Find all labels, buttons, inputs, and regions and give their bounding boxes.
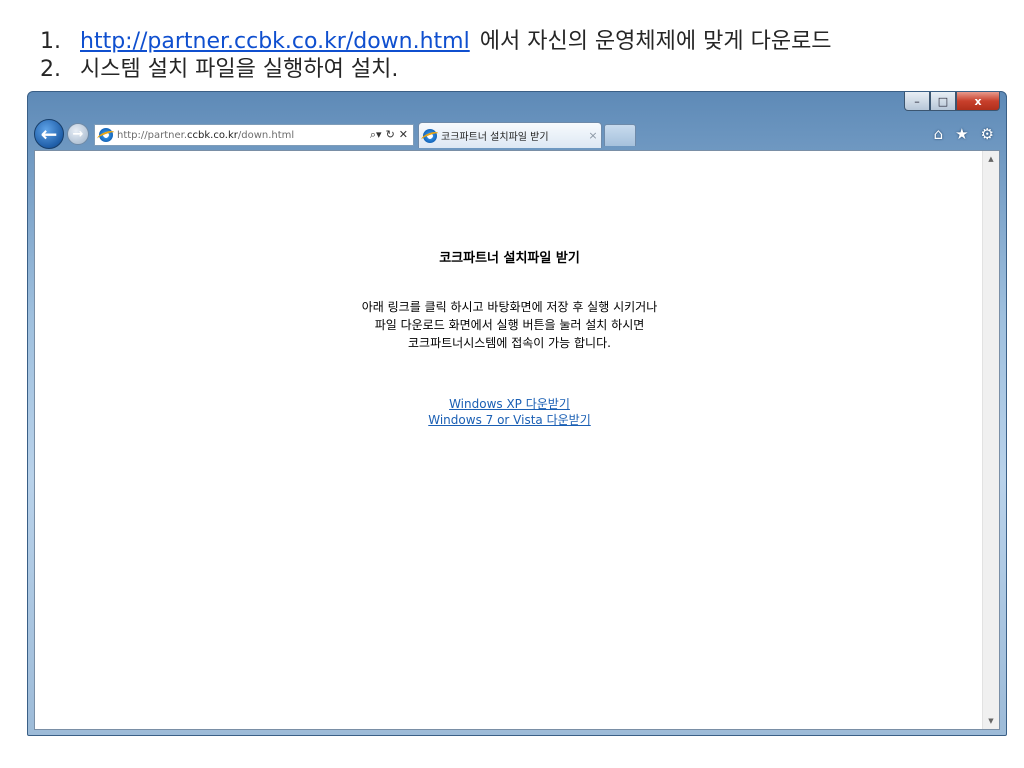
search-icon[interactable]: ⌕▾ (370, 128, 382, 142)
step-text: 시스템 설치 파일을 실행하여 설치. (80, 57, 399, 82)
description-line: 파일 다운로드 화면에서 실행 버튼을 눌러 설치 하시면 (374, 318, 645, 332)
windows-xp-download-link[interactable]: Windows XP 다운받기 (35, 396, 984, 412)
windows-7-vista-download-link[interactable]: Windows 7 or Vista 다운받기 (35, 412, 984, 428)
ie-logo-icon (423, 128, 437, 143)
browser-chrome: – □ x ← → http://partner.ccbk.co.kr/down… (28, 92, 1006, 150)
step-number: 1. (40, 29, 61, 54)
scroll-up-arrow-icon[interactable]: ▲ (983, 151, 999, 167)
command-icons: ⌂ ★ ⚙ (934, 125, 994, 143)
new-tab-button[interactable] (604, 124, 636, 146)
page-viewport: 코크파트너 설치파일 받기 아래 링크를 클릭 하시고 바탕화면에 저장 후 실… (34, 150, 1000, 730)
vertical-scrollbar[interactable]: ▲ ▼ (982, 151, 999, 729)
step-number: 2. (40, 57, 61, 82)
address-bar[interactable]: http://partner.ccbk.co.kr/down.html ⌕▾ ↻… (94, 124, 414, 146)
url-prefix: http://partner. (117, 129, 188, 141)
forward-arrow-icon: → (72, 126, 84, 142)
favorites-star-icon[interactable]: ★ (955, 125, 968, 143)
address-tools: ⌕▾ ↻ ✕ (365, 128, 413, 142)
download-links: Windows XP 다운받기 Windows 7 or Vista 다운받기 (35, 396, 984, 428)
url-path: /down.html (237, 129, 295, 141)
back-button[interactable]: ← (34, 119, 64, 149)
close-window-button[interactable]: x (956, 92, 1000, 111)
browser-window: – □ x ← → http://partner.ccbk.co.kr/down… (27, 91, 1007, 736)
window-controls: – □ x (904, 92, 1000, 111)
description-line: 코크파트너시스템에 접속이 가능 합니다. (408, 336, 611, 350)
address-url[interactable]: http://partner.ccbk.co.kr/down.html (117, 130, 365, 141)
tab-title: 코크파트너 설치파일 받기 (441, 132, 549, 143)
download-page-link[interactable]: http://partner.ccbk.co.kr/down.html (80, 28, 470, 56)
instruction-step-1: 1. http://partner.ccbk.co.kr/down.html 에… (40, 28, 832, 56)
description-line: 아래 링크를 클릭 하시고 바탕화면에 저장 후 실행 시키거나 (361, 300, 658, 314)
forward-button[interactable]: → (67, 123, 89, 145)
home-icon[interactable]: ⌂ (934, 125, 944, 143)
instruction-step-2: 2. 시스템 설치 파일을 실행하여 설치. (40, 56, 832, 84)
step-text: 에서 자신의 운영체제에 맞게 다운로드 (479, 29, 832, 54)
stop-icon[interactable]: ✕ (399, 128, 408, 142)
instruction-list: 1. http://partner.ccbk.co.kr/down.html 에… (40, 28, 832, 84)
back-arrow-icon: ← (40, 122, 58, 146)
tab-current[interactable]: 코크파트너 설치파일 받기 × (418, 122, 602, 148)
scroll-down-arrow-icon[interactable]: ▼ (983, 713, 999, 729)
url-domain: ccbk.co.kr (187, 129, 238, 141)
refresh-icon[interactable]: ↻ (386, 128, 395, 142)
tab-close-button[interactable]: × (585, 129, 601, 142)
maximize-button[interactable]: □ (930, 92, 956, 111)
page-title: 코크파트너 설치파일 받기 (439, 251, 580, 266)
page-content: 코크파트너 설치파일 받기 아래 링크를 클릭 하시고 바탕화면에 저장 후 실… (35, 151, 984, 729)
minimize-button[interactable]: – (904, 92, 930, 111)
ie-logo-icon (99, 128, 113, 142)
settings-gear-icon[interactable]: ⚙ (981, 125, 994, 143)
page-description: 아래 링크를 클릭 하시고 바탕화면에 저장 후 실행 시키거나 파일 다운로드… (35, 298, 984, 352)
